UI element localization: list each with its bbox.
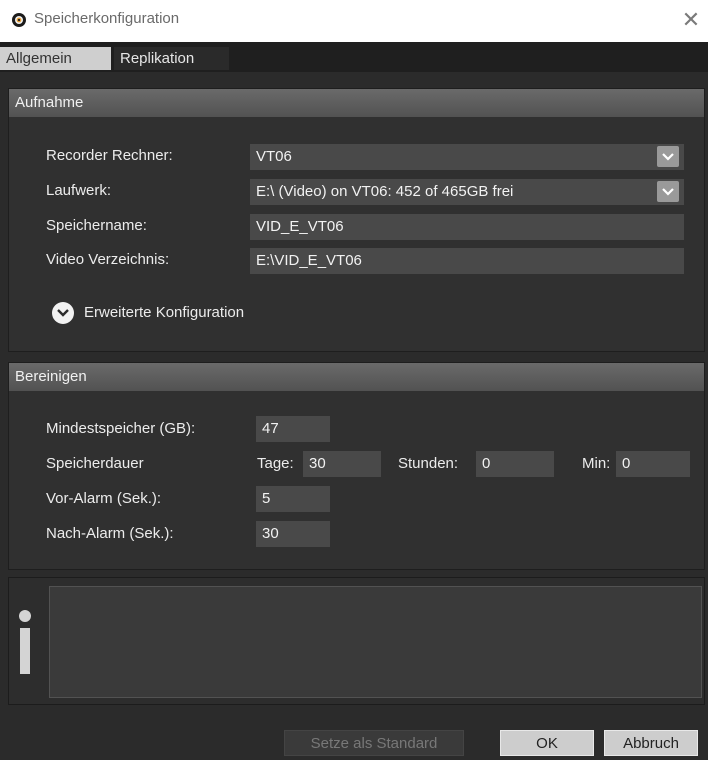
stunden-input[interactable]: 0 [476, 451, 554, 477]
recorder-select[interactable]: VT06 [250, 144, 684, 170]
tage-input[interactable]: 30 [303, 451, 381, 477]
nach-alarm-input[interactable]: 30 [256, 521, 330, 547]
erweitert-expander-icon[interactable] [52, 302, 74, 324]
info-text-area [49, 586, 702, 698]
aufnahme-header: Aufnahme [9, 89, 704, 117]
tab-replikation[interactable]: Replikation [114, 47, 229, 70]
chevron-down-icon [662, 152, 674, 161]
aufnahme-panel: Aufnahme Recorder Rechner: VT06 Laufwerk… [8, 88, 705, 352]
camera-lens-icon [12, 13, 26, 27]
info-icon [19, 610, 31, 674]
laufwerk-select[interactable]: E:\ (Video) on VT06: 452 of 465GB frei [250, 179, 684, 205]
info-panel [8, 577, 705, 705]
speichername-label: Speichername: [46, 217, 147, 234]
abbruch-button[interactable]: Abbruch [604, 730, 698, 756]
recorder-label: Recorder Rechner: [46, 147, 173, 164]
erweitert-label[interactable]: Erweiterte Konfiguration [84, 304, 244, 321]
ok-button[interactable]: OK [500, 730, 594, 756]
mindest-label: Mindestspeicher (GB): [46, 420, 196, 437]
chevron-down-icon [662, 187, 674, 196]
dauer-label: Speicherdauer [46, 455, 144, 472]
recorder-dropdown-button[interactable] [657, 146, 679, 167]
title-bar: Speicherkonfiguration ✕ [0, 0, 708, 40]
window-title: Speicherkonfiguration [34, 10, 180, 27]
nach-alarm-label: Nach-Alarm (Sek.): [46, 525, 174, 542]
min-input[interactable]: 0 [616, 451, 690, 477]
bereinigen-header: Bereinigen [9, 363, 704, 391]
close-icon[interactable]: ✕ [676, 6, 706, 34]
dialog-content: Allgemein Replikation Aufnahme Recorder … [0, 42, 708, 760]
speichername-input[interactable]: VID_E_VT06 [250, 214, 684, 240]
laufwerk-dropdown-button[interactable] [657, 181, 679, 202]
stunden-label: Stunden: [398, 455, 459, 472]
tab-bar: Allgemein Replikation [0, 42, 708, 72]
laufwerk-label: Laufwerk: [46, 182, 112, 199]
tab-allgemein[interactable]: Allgemein [0, 47, 111, 70]
min-label: Min: [582, 455, 611, 472]
mindest-input[interactable]: 47 [256, 416, 330, 442]
verzeichnis-input[interactable]: E:\VID_E_VT06 [250, 248, 684, 274]
bereinigen-panel: Bereinigen Mindestspeicher (GB): 47 Spei… [8, 362, 705, 570]
tage-label: Tage: [257, 455, 294, 472]
setze-als-standard-button[interactable]: Setze als Standard [284, 730, 464, 756]
vor-alarm-label: Vor-Alarm (Sek.): [46, 490, 162, 507]
chevron-down-icon [57, 309, 69, 317]
vor-alarm-input[interactable]: 5 [256, 486, 330, 512]
verzeichnis-label: Video Verzeichnis: [46, 251, 170, 268]
